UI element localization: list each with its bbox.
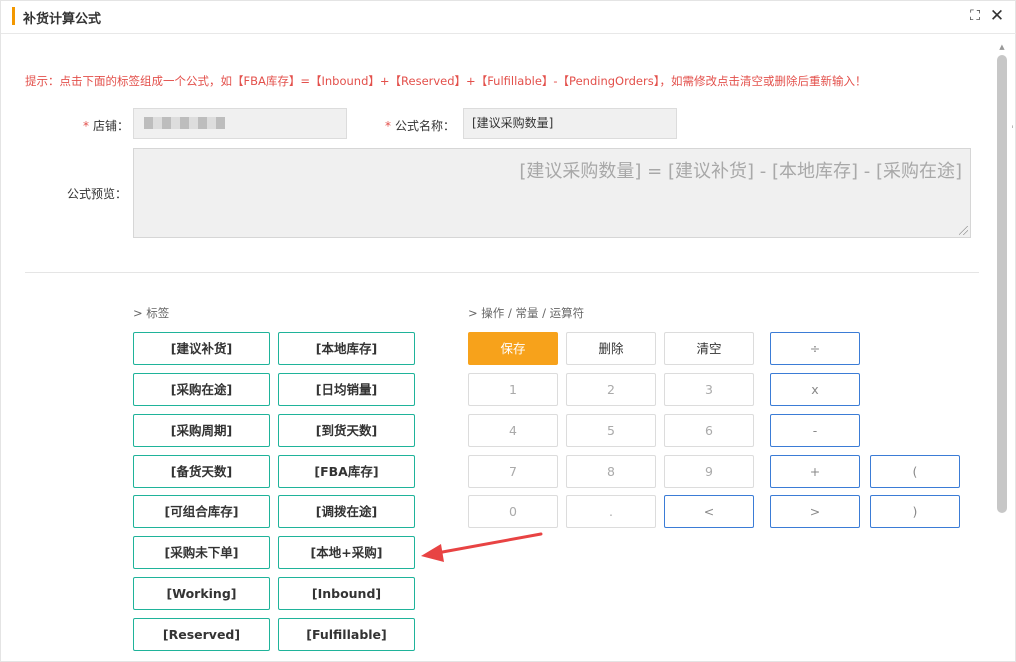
title-accent-bar <box>12 7 15 25</box>
less-than-button[interactable]: < <box>664 495 754 528</box>
resize-handle-icon[interactable] <box>959 226 968 235</box>
formula-preview-textarea[interactable]: [建议采购数量] = [建议补货] - [本地库存] - [采购在途] <box>133 148 971 238</box>
formula-dialog: 补货计算公式 ⛶ ✕ 提示：点击下面的标签组成一个公式，如【FBA库存】=【In… <box>0 0 1016 662</box>
number-button-5[interactable]: 5 <box>566 414 656 447</box>
edge-marker-icon: ˈ <box>1011 125 1014 136</box>
number-button-7[interactable]: 7 <box>468 455 558 488</box>
section-divider <box>25 272 979 273</box>
tags-section-title: > 标签 <box>133 306 170 320</box>
clear-button[interactable]: 清空 <box>664 332 754 365</box>
multiply-button[interactable]: x <box>770 373 860 406</box>
tag-button[interactable]: [FBA库存] <box>278 455 415 488</box>
greater-than-button[interactable]: > <box>770 495 860 528</box>
tag-button[interactable]: [Reserved] <box>133 618 270 651</box>
tag-button[interactable]: [本地库存] <box>278 332 415 365</box>
store-label: * 店铺： <box>83 117 129 134</box>
delete-button[interactable]: 删除 <box>566 332 656 365</box>
required-mark: * <box>385 119 391 133</box>
tag-button[interactable]: [到货天数] <box>278 414 415 447</box>
scrollbar-thumb[interactable] <box>997 55 1007 513</box>
divide-button[interactable]: ÷ <box>770 332 860 365</box>
tag-button[interactable]: [建议补货] <box>133 332 270 365</box>
tag-button[interactable]: [日均销量] <box>278 373 415 406</box>
number-button-8[interactable]: 8 <box>566 455 656 488</box>
tag-button[interactable]: [Inbound] <box>278 577 415 610</box>
right-paren-button[interactable]: ) <box>870 495 960 528</box>
tag-button[interactable]: [采购在途] <box>133 373 270 406</box>
number-button-4[interactable]: 4 <box>468 414 558 447</box>
formula-name-label-text: 公式名称： <box>395 119 456 133</box>
close-icon[interactable]: ✕ <box>988 7 1006 25</box>
plus-button[interactable]: + <box>770 455 860 488</box>
dialog-header: 补货计算公式 ⛶ ✕ <box>1 1 1016 34</box>
maximize-icon[interactable]: ⛶ <box>966 7 984 25</box>
left-paren-button[interactable]: ( <box>870 455 960 488</box>
required-mark: * <box>83 119 89 133</box>
tag-button[interactable]: [Fulfillable] <box>278 618 415 651</box>
preview-label: 公式预览： <box>67 187 128 201</box>
ops-section-title: > 操作 / 常量 / 运算符 <box>468 306 585 320</box>
tag-button[interactable]: [备货天数] <box>133 455 270 488</box>
tag-button[interactable]: [调拨在途] <box>278 495 415 528</box>
number-button-1[interactable]: 1 <box>468 373 558 406</box>
number-button-6[interactable]: 6 <box>664 414 754 447</box>
minus-button[interactable]: - <box>770 414 860 447</box>
tag-button[interactable]: [采购未下单] <box>133 536 270 569</box>
tag-button[interactable]: [Working] <box>133 577 270 610</box>
tag-button[interactable]: [本地+采购] <box>278 536 415 569</box>
annotation-arrow-shaft <box>435 532 543 555</box>
decimal-point-button[interactable]: . <box>566 495 656 528</box>
number-button-3[interactable]: 3 <box>664 373 754 406</box>
formula-preview-text: [建议采购数量] = [建议补货] - [本地库存] - [采购在途] <box>519 161 962 182</box>
formula-name-label: * 公式名称： <box>385 117 455 134</box>
annotation-arrow-head <box>421 544 444 562</box>
dialog-title: 补货计算公式 <box>23 12 102 27</box>
tag-button[interactable]: [采购周期] <box>133 414 270 447</box>
number-button-2[interactable]: 2 <box>566 373 656 406</box>
formula-tip: 提示：点击下面的标签组成一个公式，如【FBA库存】=【Inbound】+【Res… <box>25 74 867 88</box>
store-value-redacted <box>144 117 225 129</box>
number-button-9[interactable]: 9 <box>664 455 754 488</box>
number-button-0[interactable]: 0 <box>468 495 558 528</box>
save-button[interactable]: 保存 <box>468 332 558 365</box>
formula-name-field[interactable]: [建议采购数量] <box>463 108 677 139</box>
store-label-text: 店铺： <box>93 119 130 133</box>
scroll-up-icon[interactable]: ▲ <box>997 42 1007 52</box>
tag-button[interactable]: [可组合库存] <box>133 495 270 528</box>
